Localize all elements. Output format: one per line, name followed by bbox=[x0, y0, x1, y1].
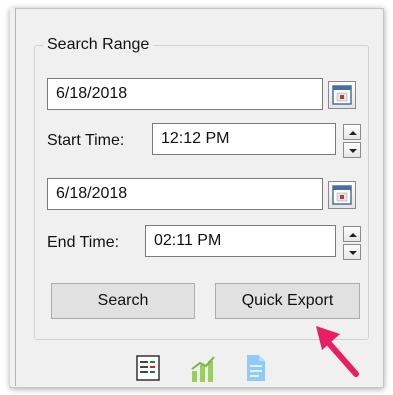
start-date-calendar-button[interactable] bbox=[328, 81, 356, 109]
chevron-up-icon bbox=[349, 233, 357, 237]
search-range-title: Search Range bbox=[43, 36, 154, 54]
start-date-input[interactable] bbox=[47, 78, 323, 110]
start-time-spinner[interactable] bbox=[343, 124, 361, 158]
chevron-down-icon bbox=[349, 251, 357, 255]
end-time-label: End Time: bbox=[47, 234, 120, 251]
search-button[interactable]: Search bbox=[51, 283, 195, 319]
end-time-up-button[interactable] bbox=[343, 226, 361, 242]
chevron-down-icon bbox=[349, 149, 357, 153]
chevron-up-icon bbox=[349, 131, 357, 135]
list-view-icon[interactable] bbox=[136, 355, 160, 381]
annotation-arrow-icon bbox=[316, 326, 359, 377]
end-time-input[interactable] bbox=[145, 225, 336, 257]
panel-edge bbox=[10, 8, 16, 386]
start-time-down-button[interactable] bbox=[343, 142, 361, 158]
end-date-calendar-button[interactable] bbox=[328, 181, 356, 209]
chart-icon[interactable] bbox=[190, 355, 216, 383]
document-icon[interactable] bbox=[246, 354, 266, 382]
end-time-spinner[interactable] bbox=[343, 226, 361, 260]
end-date-input[interactable] bbox=[47, 178, 323, 210]
start-time-input[interactable] bbox=[152, 123, 336, 155]
quick-export-button[interactable]: Quick Export bbox=[215, 283, 360, 319]
calendar-icon bbox=[332, 85, 352, 105]
end-time-down-button[interactable] bbox=[343, 244, 361, 260]
start-time-label: Start Time: bbox=[47, 132, 125, 149]
start-time-up-button[interactable] bbox=[343, 124, 361, 140]
calendar-icon bbox=[332, 185, 352, 205]
